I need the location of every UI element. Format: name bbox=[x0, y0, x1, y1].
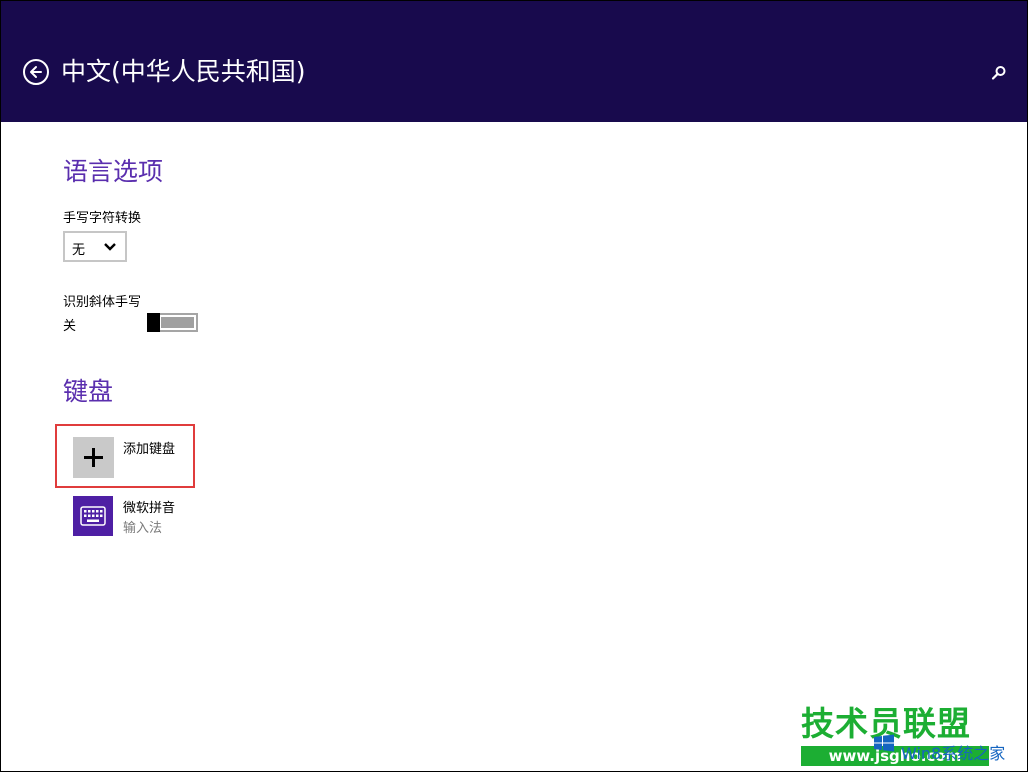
italic-handwriting-toggle[interactable] bbox=[147, 313, 198, 332]
add-keyboard-label: 添加键盘 bbox=[123, 442, 176, 457]
watermark: 技术员联盟 www.jsgho.com Win8系统之家 bbox=[801, 704, 1026, 770]
back-button[interactable] bbox=[23, 59, 49, 85]
handwriting-conversion-select[interactable]: 无 bbox=[63, 231, 127, 262]
keyboard-heading: 键盘 bbox=[63, 377, 114, 406]
handwriting-conversion-label: 手写字符转换 bbox=[63, 211, 142, 226]
add-keyboard-button[interactable]: 添加键盘 bbox=[55, 424, 195, 488]
toggle-track bbox=[161, 317, 194, 328]
italic-handwriting-state: 关 bbox=[63, 319, 77, 334]
keyboard-tile bbox=[73, 496, 113, 536]
handwriting-conversion-value: 无 bbox=[72, 243, 86, 258]
search-icon bbox=[991, 66, 1006, 80]
windows-logo-icon bbox=[874, 734, 894, 752]
chevron-down-icon bbox=[104, 243, 116, 251]
search-button[interactable] bbox=[989, 63, 1009, 83]
watermark-subtitle: Win8系统之家 bbox=[901, 744, 1006, 763]
keyboard-item-microsoft-pinyin[interactable]: 微软拼音 输入法 bbox=[73, 496, 203, 540]
keyboard-item-type: 输入法 bbox=[123, 521, 163, 536]
keyboard-item-name: 微软拼音 bbox=[123, 501, 176, 516]
keyboard-icon bbox=[80, 506, 106, 526]
language-options-heading: 语言选项 bbox=[63, 157, 164, 186]
back-arrow-icon bbox=[30, 66, 42, 78]
header-bar: 中文(中华人民共和国) bbox=[1, 1, 1027, 122]
add-tile bbox=[73, 437, 114, 478]
plus-icon bbox=[84, 448, 103, 467]
page-title: 中文(中华人民共和国) bbox=[61, 57, 306, 86]
italic-handwriting-label: 识别斜体手写 bbox=[63, 295, 142, 310]
toggle-thumb[interactable] bbox=[147, 313, 160, 332]
settings-window: 中文(中华人民共和国) 语言选项 手写字符转换 无 识别斜体手写 关 键盘 添加… bbox=[0, 0, 1028, 772]
